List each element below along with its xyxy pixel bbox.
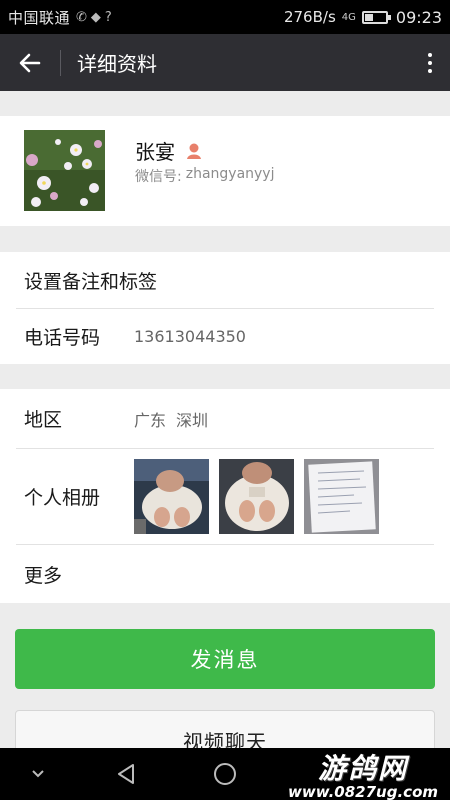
back-button[interactable] xyxy=(0,34,60,91)
avatar[interactable] xyxy=(24,130,105,211)
chevron-down-icon xyxy=(32,770,44,778)
nav-down-button[interactable] xyxy=(20,748,56,800)
nav-home-button[interactable] xyxy=(207,748,243,800)
signal-icon: ? xyxy=(104,9,112,25)
phone-number[interactable]: 13613044350 xyxy=(134,327,246,346)
more-button[interactable] xyxy=(410,34,450,91)
circle-home-icon xyxy=(214,763,236,785)
document-photo-thumbnail xyxy=(304,459,379,534)
watermark: 游鸽网 www.0827ug.com xyxy=(288,754,438,800)
remark-row[interactable]: 设置备注和标签 xyxy=(0,252,450,308)
status-bar: 中国联通 ✆ ◆ ? 276B/s 4G 09:23 xyxy=(0,0,450,34)
network-speed: 276B/s xyxy=(283,8,336,26)
app-bar: 详细资料 xyxy=(0,34,450,91)
carrier-name: 中国联通 xyxy=(8,8,71,27)
battery-icon xyxy=(361,10,391,24)
hd-call-icon: ✆ xyxy=(76,9,87,25)
phone-label: 电话号码 xyxy=(24,327,101,349)
status-icons: ✆ ◆ ? xyxy=(76,10,112,25)
more-label: 更多 xyxy=(24,564,63,587)
album-row[interactable]: 个人相册 xyxy=(0,449,450,544)
female-icon xyxy=(187,143,201,159)
system-nav-bar: 游鸽网 www.0827ug.com xyxy=(0,748,450,800)
flower-photo xyxy=(24,130,105,211)
phone-row[interactable]: 电话号码 13613044350 xyxy=(0,309,450,364)
page-title: 详细资料 xyxy=(77,52,157,76)
album-photo[interactable] xyxy=(219,459,294,534)
album-label: 个人相册 xyxy=(24,487,101,509)
watermark-title: 游鸽网 xyxy=(317,752,408,785)
triangle-back-icon xyxy=(118,764,134,784)
album-photo[interactable] xyxy=(304,459,379,534)
more-vertical-icon xyxy=(428,52,432,73)
wechat-id-label: 微信号: xyxy=(135,169,182,185)
send-message-button[interactable]: 发消息 xyxy=(15,629,435,689)
wechat-id: 微信号: zhangyanyyj xyxy=(135,166,274,186)
watermark-url: www.0827ug.com xyxy=(288,783,438,800)
baby-photo-thumbnail xyxy=(219,459,294,534)
contact-name: 张宴 xyxy=(135,140,175,164)
appbar-divider xyxy=(60,49,61,76)
contact-section: 设置备注和标签 电话号码 13613044350 xyxy=(0,252,450,364)
remark-label: 设置备注和标签 xyxy=(24,270,158,293)
region-row: 地区 广东 深圳 xyxy=(0,389,450,448)
more-row[interactable]: 更多 xyxy=(0,545,450,603)
network-type: 4G xyxy=(341,11,356,23)
notification-icon: ◆ xyxy=(90,9,101,25)
nav-back-button[interactable] xyxy=(108,748,144,800)
arrow-left-icon xyxy=(19,53,41,72)
profile-card: 张宴 微信号: zhangyanyyj xyxy=(0,116,450,226)
album-photo[interactable] xyxy=(134,459,209,534)
clock: 09:23 xyxy=(395,7,442,27)
region-label: 地区 xyxy=(24,409,63,431)
baby-photo-thumbnail xyxy=(134,459,209,534)
info-section: 地区 广东 深圳 个人相册 更多 xyxy=(0,389,450,603)
region-city: 深圳 xyxy=(176,410,209,430)
wechat-id-value: zhangyanyyj xyxy=(185,166,275,182)
album-thumbnails xyxy=(134,459,379,534)
region-province: 广东 xyxy=(134,410,167,430)
